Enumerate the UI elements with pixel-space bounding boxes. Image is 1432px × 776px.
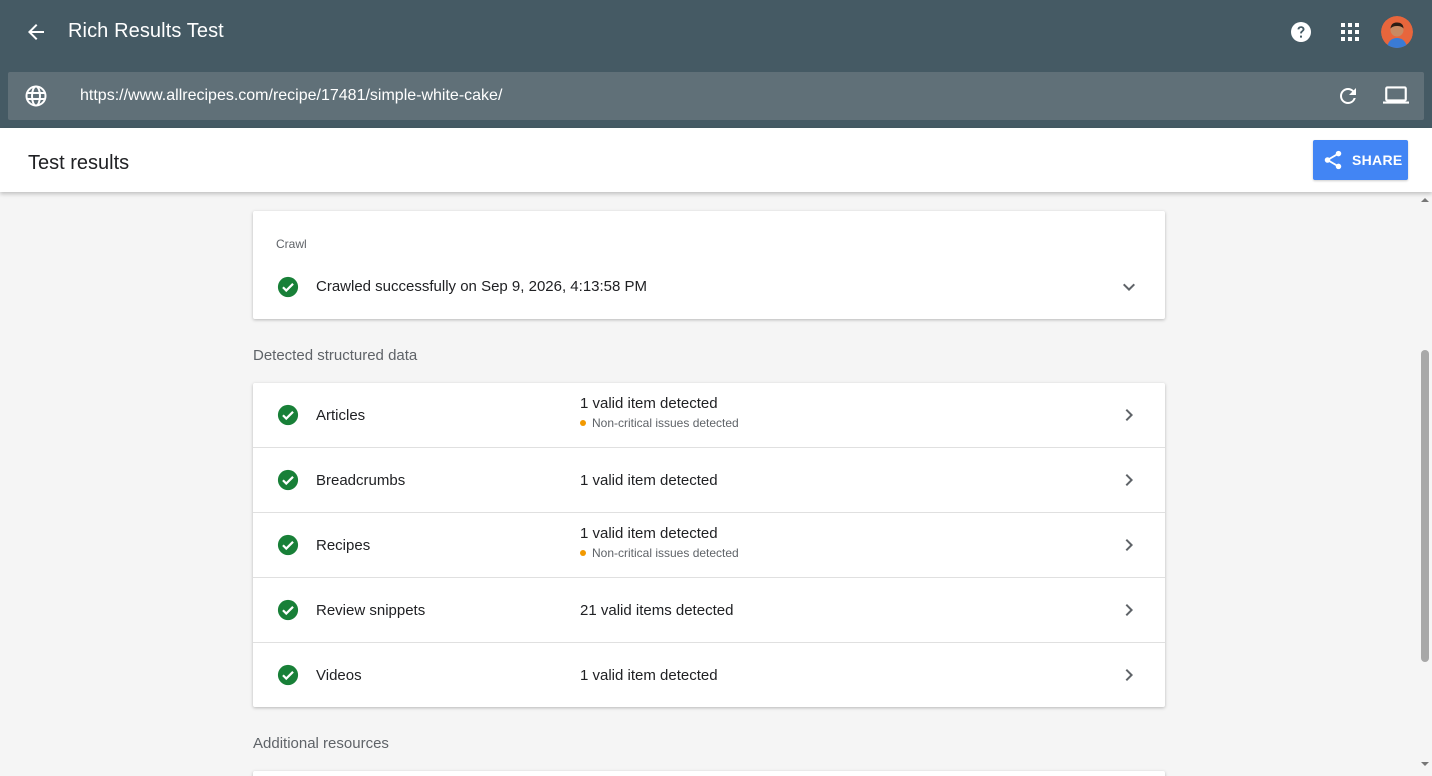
back-button[interactable] [20,16,52,48]
row-status: 1 valid item detected [580,667,718,684]
scrollbar[interactable] [1418,192,1432,776]
row-name: Breadcrumbs [316,472,406,489]
check-circle-icon [277,404,299,426]
app-title: Rich Results Test [68,20,224,42]
additional-resources-title: Additional resources [253,735,389,752]
crawl-card: Crawl Crawled successfully on Sep 9, 202… [253,211,1165,319]
url-bar [8,72,1424,120]
share-icon [1324,150,1342,170]
row-warning-text: Non-critical issues detected [592,546,739,560]
app-bar: Rich Results Test [0,0,1432,128]
check-circle-icon [277,534,299,556]
help-icon [1291,22,1311,42]
url-input[interactable] [80,86,1280,106]
check-circle-icon [277,469,299,491]
table-row[interactable]: Articles 1 valid item detected Non-criti… [253,383,1165,448]
row-name: Review snippets [316,602,426,619]
share-label: SHARE [1352,152,1403,168]
avatar[interactable] [1381,16,1413,48]
row-status: 1 valid item detected [580,472,718,489]
globe-icon [25,85,47,107]
additional-resources-card [253,771,1165,776]
page-title: Test results [28,152,130,174]
help-button[interactable] [1286,16,1316,48]
table-row[interactable]: Breadcrumbs 1 valid item detected [253,448,1165,513]
check-circle-icon [277,599,299,621]
back-arrow-icon [28,24,44,40]
warning-dot-icon [580,550,586,556]
row-warning: Non-critical issues detected [580,416,739,430]
chevron-right-icon [1125,409,1133,421]
share-button[interactable]: SHARE [1313,140,1408,180]
structured-data-title: Detected structured data [253,347,418,364]
apps-button[interactable] [1336,16,1364,48]
check-circle-icon [277,276,299,298]
scrollbar-thumb[interactable] [1421,350,1429,662]
table-row[interactable]: Recipes 1 valid item detected Non-critic… [253,513,1165,578]
chevron-right-icon [1125,539,1133,551]
row-status: 1 valid item detected [580,395,718,412]
warning-dot-icon [580,420,586,426]
chevron-right-icon [1125,604,1133,616]
scroll-down-arrow-icon[interactable] [1421,760,1429,768]
chevron-down-icon[interactable] [1117,275,1141,299]
results-header: Test results SHARE [0,128,1432,192]
top-bar: Rich Results Test [0,0,1432,64]
crawl-label: Crawl [276,237,307,251]
row-name: Articles [316,407,366,424]
row-warning-text: Non-critical issues detected [592,416,739,430]
row-name: Recipes [316,537,371,554]
apps-grid-icon [1341,23,1359,41]
reload-icon[interactable] [1336,84,1360,108]
crawl-status: Crawled successfully on Sep 9, 2026, 4:1… [316,278,648,295]
row-name: Videos [316,667,362,684]
row-status: 1 valid item detected [580,525,718,542]
structured-data-card: Articles 1 valid item detected Non-criti… [253,383,1165,707]
results-content: Crawl Crawled successfully on Sep 9, 202… [0,192,1432,776]
table-row[interactable]: Videos 1 valid item detected [253,643,1165,708]
check-circle-icon [277,664,299,686]
scroll-up-arrow-icon[interactable] [1421,196,1429,204]
table-row[interactable]: Review snippets 21 valid items detected [253,578,1165,643]
user-avatar-icon [1381,16,1413,48]
desktop-device-icon[interactable] [1383,82,1409,108]
chevron-right-icon [1125,669,1133,681]
row-warning: Non-critical issues detected [580,546,739,560]
chevron-right-icon [1125,474,1133,486]
row-status: 21 valid items detected [580,602,734,619]
